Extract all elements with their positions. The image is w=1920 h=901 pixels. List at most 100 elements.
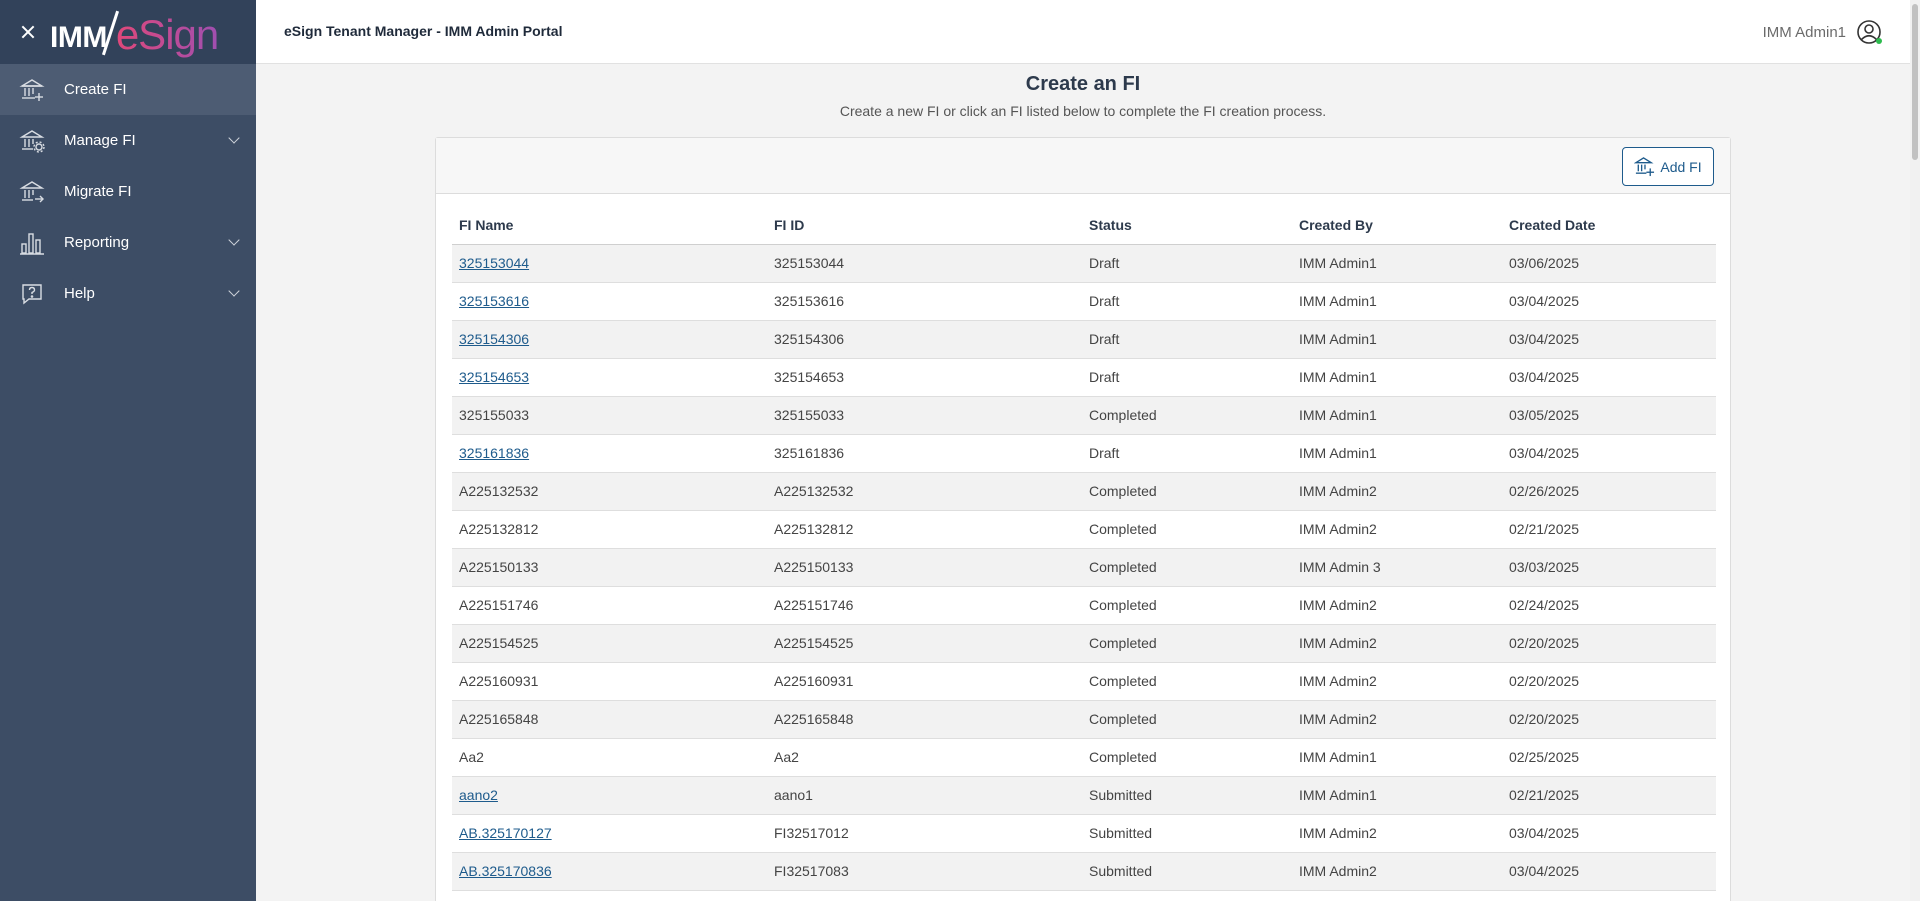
fi-name-link[interactable]: 325153616 xyxy=(459,293,529,309)
user-avatar-icon[interactable] xyxy=(1856,19,1882,45)
sidebar-item-manage-fi[interactable]: Manage FI xyxy=(0,115,256,166)
user-menu[interactable]: IMM Admin1 xyxy=(1763,19,1882,45)
fi-name-cell: 325155033 xyxy=(452,396,767,435)
created-date-cell: 02/20/2025 xyxy=(1502,700,1716,739)
column-header[interactable]: Created By xyxy=(1292,206,1502,245)
fi-name-link[interactable]: 325154306 xyxy=(459,331,529,347)
table-row: 325153044 325153044 Draft IMM Admin1 03/06/2… xyxy=(452,244,1716,283)
sidebar-item-label: Create FI xyxy=(64,81,127,98)
fi-id-cell: 325153044 xyxy=(767,244,1082,283)
fi-name-cell: A225132812 xyxy=(452,510,767,549)
created-by-cell: IMM Admin1 xyxy=(1292,244,1502,283)
fi-name-cell: 325154653 xyxy=(452,358,767,397)
status-cell: Completed xyxy=(1082,662,1292,701)
main-content: Create an FI Create a new FI or click an… xyxy=(256,65,1910,901)
created-date-cell: 03/05/2025 xyxy=(1502,396,1716,435)
bank-gear-icon xyxy=(18,128,46,154)
sidebar-item-label: Migrate FI xyxy=(64,183,132,200)
column-header[interactable]: FI ID xyxy=(767,206,1082,245)
status-cell: Completed xyxy=(1082,472,1292,511)
fi-name-cell: 325153044 xyxy=(452,244,767,283)
add-fi-button[interactable]: Add FI xyxy=(1622,147,1714,186)
fi-name-cell: 325153616 xyxy=(452,282,767,321)
add-fi-label: Add FI xyxy=(1660,158,1702,175)
status-cell: Completed xyxy=(1082,586,1292,625)
fi-id-cell: A225150133 xyxy=(767,548,1082,587)
table-body: 325153044 325153044 Draft IMM Admin1 03/06/2… xyxy=(452,244,1716,891)
table-row: AB.325170127 FI32517012 Submitted IMM Admin… xyxy=(452,814,1716,853)
status-cell: Completed xyxy=(1082,548,1292,587)
fi-id-cell: A225132532 xyxy=(767,472,1082,511)
fi-name-link[interactable]: 325154653 xyxy=(459,369,529,385)
created-date-cell: 02/24/2025 xyxy=(1502,586,1716,625)
created-date-cell: 03/04/2025 xyxy=(1502,358,1716,397)
chevron-down-icon[interactable] xyxy=(228,132,240,144)
created-date-cell: 02/26/2025 xyxy=(1502,472,1716,511)
status-cell: Draft xyxy=(1082,434,1292,473)
created-by-cell: IMM Admin1 xyxy=(1292,738,1502,777)
scrollbar-thumb[interactable] xyxy=(1912,4,1918,160)
fi-name-link[interactable]: 325161836 xyxy=(459,445,529,461)
status-cell: Completed xyxy=(1082,738,1292,777)
bank-add-icon xyxy=(18,77,46,103)
fi-id-cell: A225132812 xyxy=(767,510,1082,549)
fi-id-cell: 325161836 xyxy=(767,434,1082,473)
status-cell: Submitted xyxy=(1082,852,1292,891)
fi-name-cell: Aa2 xyxy=(452,738,767,777)
app-title: eSign Tenant Manager - IMM Admin Portal xyxy=(284,23,563,39)
sidebar-item-reporting[interactable]: Reporting xyxy=(0,217,256,268)
sidebar-item-create-fi[interactable]: Create FI xyxy=(0,64,256,115)
fi-name-cell: A225160931 xyxy=(452,662,767,701)
status-cell: Completed xyxy=(1082,624,1292,663)
created-by-cell: IMM Admin1 xyxy=(1292,358,1502,397)
created-by-cell: IMM Admin2 xyxy=(1292,472,1502,511)
table-row: 325153616 325153616 Draft IMM Admin1 03/04/2… xyxy=(452,282,1716,321)
chevron-down-icon[interactable] xyxy=(228,234,240,246)
created-date-cell: 02/20/2025 xyxy=(1502,624,1716,663)
fi-id-cell: FI32517012 xyxy=(767,814,1082,853)
sidebar-item-help[interactable]: Help xyxy=(0,268,256,319)
column-header[interactable]: Created Date xyxy=(1502,206,1716,245)
logo: IMM eSign xyxy=(50,6,219,58)
logo-esign-text: eSign xyxy=(115,11,219,58)
page-scrollbar[interactable] xyxy=(1910,0,1920,901)
status-cell: Completed xyxy=(1082,700,1292,739)
sidebar: IMM eSign Create FI Manage FI Migrate FI… xyxy=(0,0,256,901)
fi-name-link[interactable]: aano2 xyxy=(459,787,498,803)
status-cell: Draft xyxy=(1082,358,1292,397)
top-bar: eSign Tenant Manager - IMM Admin Portal … xyxy=(256,0,1920,64)
status-cell: Submitted xyxy=(1082,776,1292,815)
created-by-cell: IMM Admin1 xyxy=(1292,434,1502,473)
status-cell: Draft xyxy=(1082,282,1292,321)
created-by-cell: IMM Admin2 xyxy=(1292,624,1502,663)
close-icon[interactable] xyxy=(18,22,38,42)
fi-id-cell: A225151746 xyxy=(767,586,1082,625)
created-by-cell: IMM Admin2 xyxy=(1292,510,1502,549)
table-row: aano2 aano1 Submitted IMM Admin1 02/21/2025 xyxy=(452,776,1716,815)
bank-add-icon xyxy=(1634,157,1655,177)
created-date-cell: 02/21/2025 xyxy=(1502,510,1716,549)
column-header[interactable]: FI Name xyxy=(452,206,767,245)
page-title: Create an FI xyxy=(1025,73,1141,95)
fi-id-cell: A225160931 xyxy=(767,662,1082,701)
table-row: 325154306 325154306 Draft IMM Admin1 03/04/2… xyxy=(452,320,1716,359)
created-by-cell: IMM Admin1 xyxy=(1292,320,1502,359)
fi-list-card: Add FI FI Name FI ID Status Created By C… xyxy=(435,137,1731,901)
user-name: IMM Admin1 xyxy=(1762,23,1846,41)
page-subtitle: Create a new FI or click an FI listed be… xyxy=(839,103,1327,119)
fi-name-cell: A225150133 xyxy=(452,548,767,587)
fi-name-link[interactable]: 325153044 xyxy=(459,255,529,271)
chevron-down-icon[interactable] xyxy=(228,285,240,297)
fi-name-link[interactable]: AB.325170127 xyxy=(459,825,552,841)
fi-name-cell: 325154306 xyxy=(452,320,767,359)
sidebar-item-migrate-fi[interactable]: Migrate FI xyxy=(0,166,256,217)
table-row: 325155033 325155033 Completed IMM Admin1 03/… xyxy=(452,396,1716,435)
column-header[interactable]: Status xyxy=(1082,206,1292,245)
created-date-cell: 03/04/2025 xyxy=(1502,282,1716,321)
fi-name-link[interactable]: AB.325170836 xyxy=(459,863,552,879)
sidebar-item-label: Reporting xyxy=(64,234,130,251)
sidebar-item-label: Manage FI xyxy=(64,132,136,149)
created-by-cell: IMM Admin2 xyxy=(1292,852,1502,891)
bank-migrate-icon xyxy=(18,179,46,205)
table-row: A225154525 A225154525 Completed IMM Admin2 0… xyxy=(452,624,1716,663)
